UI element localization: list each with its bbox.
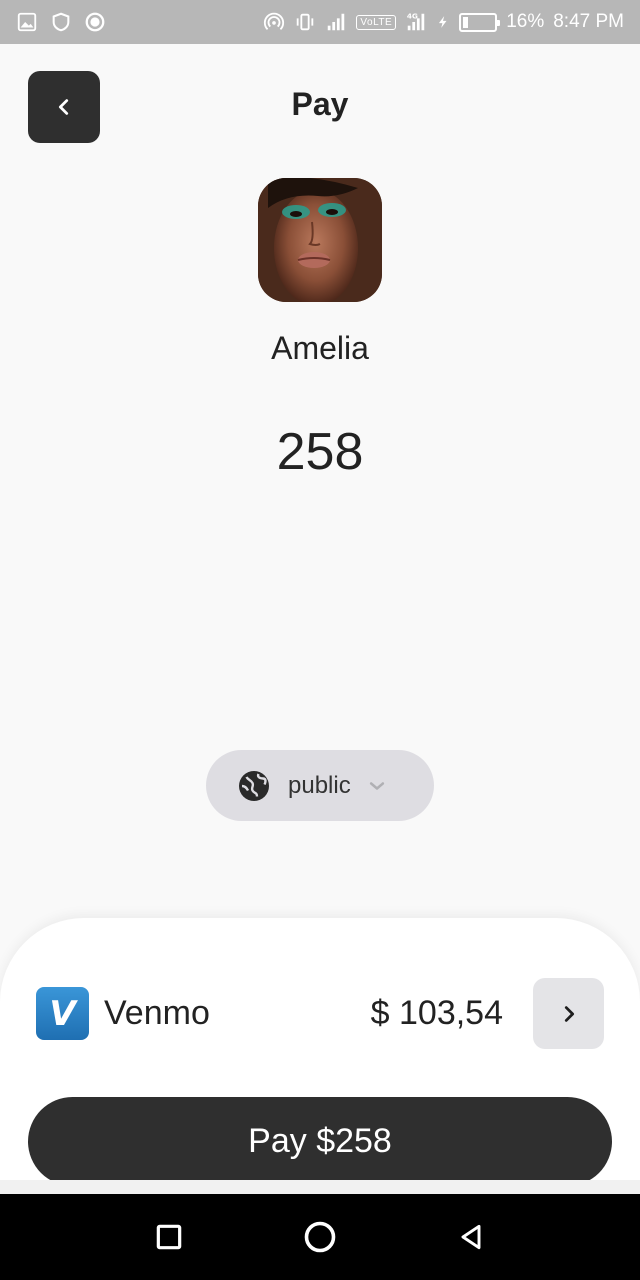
payment-method-next-button[interactable] — [533, 978, 604, 1049]
system-nav-bar — [0, 1194, 640, 1280]
recents-button[interactable] — [149, 1217, 189, 1257]
recipient-name: Amelia — [271, 330, 369, 366]
payment-method-name: Venmo — [104, 994, 210, 1032]
bottom-divider — [0, 1180, 640, 1194]
status-right: VoLTE 4G 16% 8:47 PM — [263, 11, 624, 33]
home-icon — [304, 1221, 336, 1253]
volte-icon: VoLTE — [356, 14, 397, 30]
image-icon — [17, 12, 37, 32]
back-icon — [461, 1224, 481, 1250]
recents-icon — [157, 1224, 182, 1250]
hotspot-icon — [264, 12, 285, 30]
back-nav-button[interactable] — [451, 1217, 491, 1257]
chevron-right-icon — [564, 1005, 574, 1022]
payment-method-balance: $ 103,54 — [370, 994, 503, 1032]
signal-icon — [328, 13, 345, 31]
venmo-logo: V — [36, 987, 89, 1040]
battery-fill — [463, 16, 469, 28]
vibrate-icon — [297, 13, 314, 31]
privacy-selector[interactable]: public — [206, 750, 434, 821]
avatar-photo — [258, 178, 382, 302]
status-bar: VoLTE 4G 16% 8:47 PM — [0, 0, 640, 44]
chevron-down-icon — [369, 781, 384, 790]
battery-icon — [459, 12, 501, 32]
status-left — [16, 11, 106, 33]
payment-amount[interactable]: 258 — [0, 422, 640, 482]
shield-icon — [52, 12, 70, 32]
signal-4g-icon: 4G — [407, 11, 425, 31]
pay-button[interactable]: Pay $258 — [28, 1097, 612, 1186]
record-icon — [85, 12, 105, 32]
avatar — [258, 178, 382, 302]
page-title: Pay — [291, 86, 349, 122]
charging-icon — [439, 16, 447, 28]
clock: 8:47 PM — [553, 11, 624, 32]
globe-icon — [239, 770, 269, 801]
privacy-label: public — [288, 771, 351, 799]
home-button[interactable] — [300, 1217, 340, 1257]
svg-text:4G: 4G — [407, 11, 418, 20]
battery-percent: 16% — [506, 11, 545, 32]
